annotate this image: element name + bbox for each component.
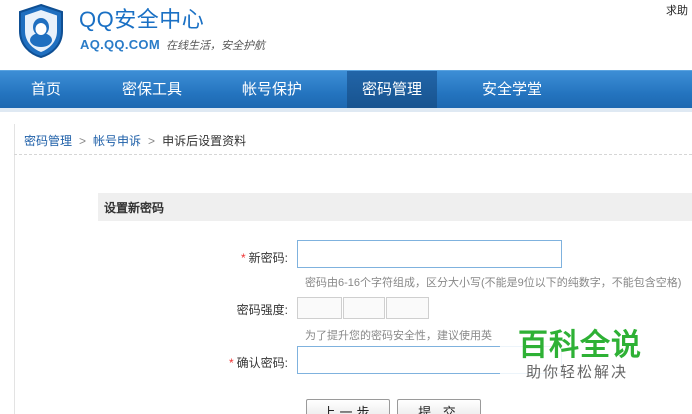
- baike-watermark: 百科全说 助你轻松解决: [500, 318, 692, 388]
- content-left-border: [14, 124, 15, 414]
- submit-button[interactable]: 提 交: [397, 399, 481, 414]
- brand-domain: AQ.QQ.COM: [80, 37, 160, 52]
- section-header: 设置新密码: [98, 193, 692, 221]
- nav-item-security-tools[interactable]: 密保工具: [96, 71, 208, 109]
- nav-item-password-management[interactable]: 密码管理: [347, 71, 437, 109]
- previous-step-button[interactable]: 上一步: [306, 399, 390, 414]
- strength-meter-strong: [386, 297, 429, 319]
- help-link[interactable]: 求助: [666, 2, 688, 18]
- watermark-title: 百科全说: [518, 329, 642, 362]
- new-password-input[interactable]: [297, 240, 562, 268]
- new-password-label: 新密码:: [248, 251, 288, 265]
- main-nav: 首页 密保工具 帐号保护 密码管理 安全学堂: [0, 70, 692, 109]
- brand-slogan: 在线生活，安全护航: [166, 40, 265, 52]
- breadcrumb-current: 申诉后设置资料: [162, 134, 247, 148]
- header: QQ安全中心 AQ.QQ.COM 在线生活，安全护航 求助: [0, 0, 692, 70]
- password-strength-label: 密码强度:: [236, 303, 288, 317]
- nav-divider: [0, 108, 692, 112]
- breadcrumb-separator: >: [148, 134, 156, 148]
- breadcrumb: 密码管理 > 帐号申诉 > 申诉后设置资料: [24, 132, 246, 149]
- qq-shield-logo-icon: [19, 3, 63, 59]
- watermark-subtitle: 助你轻松解决: [526, 364, 629, 381]
- required-mark: *: [240, 251, 246, 265]
- password-strength-hint: 为了提升您的密码安全性，建议使用英: [305, 330, 492, 342]
- new-password-label-row: * 新密码:: [200, 249, 288, 266]
- nav-item-home[interactable]: 首页: [14, 71, 78, 109]
- breadcrumb-account-appeal[interactable]: 帐号申诉: [93, 134, 141, 148]
- strength-meter-weak: [297, 297, 342, 319]
- breadcrumb-password-management[interactable]: 密码管理: [24, 134, 72, 148]
- nav-item-security-school[interactable]: 安全学堂: [456, 71, 568, 109]
- confirm-password-label: 确认密码:: [236, 356, 288, 370]
- new-password-hint: 密码由6-16个字符组成，区分大小写(不能是9位以下的纯数字，不能包含空格): [305, 277, 682, 289]
- breadcrumb-separator: >: [79, 134, 87, 148]
- strength-meter-medium: [343, 297, 385, 319]
- breadcrumb-divider: [14, 154, 692, 155]
- confirm-password-label-row: * 确认密码:: [200, 354, 288, 371]
- nav-item-account-protection[interactable]: 帐号保护: [216, 71, 328, 109]
- required-mark: *: [228, 356, 234, 370]
- section-title: 设置新密码: [104, 201, 165, 215]
- brand-title: QQ安全中心: [79, 7, 205, 32]
